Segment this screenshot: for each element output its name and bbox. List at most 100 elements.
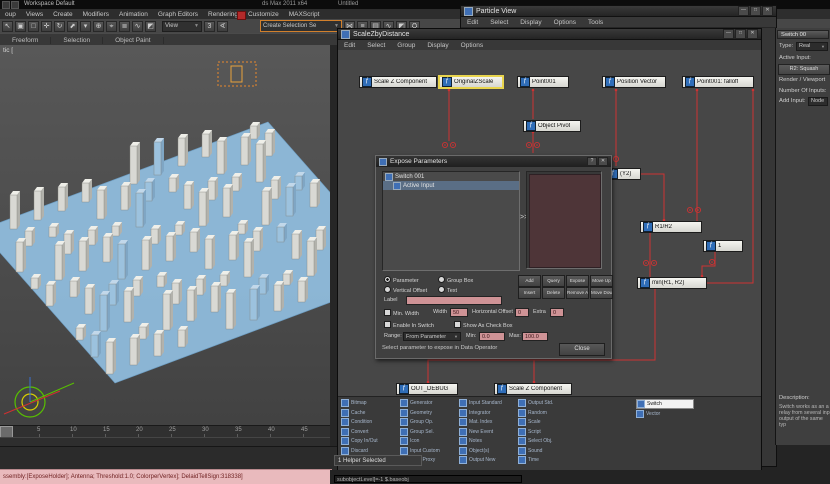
menu-item[interactable]: Edit [338, 42, 361, 49]
depot-item[interactable]: Group Sel. [400, 427, 456, 436]
maximize-icon[interactable]: □ [735, 29, 746, 39]
show-as-checkbox-checkbox[interactable]: Show As Check Box [454, 321, 513, 329]
record-icon[interactable] [237, 11, 246, 20]
range-dropdown[interactable]: From Parameter ▼ [403, 332, 461, 341]
max-input[interactable]: 100.0 [522, 332, 548, 341]
depot-item[interactable]: Random [518, 408, 574, 417]
named-selection-combo[interactable]: Create Selection Se ▼ [260, 20, 342, 32]
graph-node[interactable]: ƒ Point001 [517, 76, 569, 88]
minimize-icon[interactable]: — [723, 29, 734, 39]
snap-3d-icon[interactable]: 3 [204, 20, 215, 32]
graph-node[interactable]: ƒ Point001: falloff [682, 76, 754, 88]
dialog-button[interactable]: Query [542, 275, 565, 287]
active-input-button[interactable]: R2: Squash [778, 64, 830, 75]
menu-item[interactable]: Animation [114, 11, 153, 18]
depot-item[interactable]: Generator [400, 399, 456, 407]
depot-item[interactable]: Condition [341, 418, 397, 426]
type-dropdown[interactable]: Real ▼ [796, 42, 828, 51]
graph-node[interactable]: ƒ min(R1, R2) [637, 277, 707, 289]
selected-helper[interactable] [230, 65, 243, 83]
dialog-button[interactable]: Delete [542, 287, 565, 299]
parameter-tree[interactable]: Switch 001 Active Input [382, 171, 520, 271]
quick-access-icon[interactable] [11, 1, 19, 9]
ribbon-tab[interactable]: Object Paint [103, 36, 164, 44]
depot-item[interactable]: Switch [636, 399, 694, 409]
close-button[interactable]: Close [559, 343, 605, 356]
menu-item[interactable]: Edit [461, 19, 484, 26]
tree-item-active-input[interactable]: Active Input [383, 181, 519, 190]
dialog-button[interactable]: Move Down [590, 287, 613, 299]
dialog-button[interactable]: Remove All [566, 287, 589, 299]
menu-item[interactable]: Options [455, 42, 489, 49]
graph-node[interactable]: ƒ Scale Z Component [359, 76, 437, 88]
node-editor-titlebar[interactable]: ScaleZbyDistance — □ ✕ [338, 29, 761, 40]
menu-item[interactable]: Select [361, 42, 391, 49]
menu-item[interactable]: MAXScript [284, 11, 325, 18]
radio-group-box[interactable]: Group Box [438, 276, 473, 284]
depot-item[interactable]: Object(s) [459, 446, 515, 455]
graph-node[interactable]: ƒ OriginalZScale [439, 76, 503, 88]
dialog-button[interactable]: Insert [518, 287, 541, 299]
extra-input[interactable]: 0 [550, 308, 564, 317]
align-icon[interactable]: ⌖ [106, 20, 117, 32]
depot-item[interactable]: Bitmap [341, 399, 397, 407]
view-dropdown[interactable]: View ▼ [162, 20, 202, 32]
viewport-canvas[interactable] [0, 45, 330, 425]
switch-rollout-header[interactable]: Switch 00 [777, 30, 829, 39]
depot-item[interactable]: Cache [341, 408, 397, 417]
depot-item[interactable]: Input Custom [400, 446, 456, 455]
depot-item[interactable]: Group Op. [400, 418, 456, 426]
menu-item[interactable]: Modifiers [78, 11, 114, 18]
viewport[interactable] [0, 45, 330, 425]
label-input[interactable] [406, 296, 502, 305]
depot-item[interactable]: Convert [341, 427, 397, 436]
min-input[interactable]: 0.0 [479, 332, 505, 341]
depot-item[interactable]: Discard [341, 446, 397, 455]
workspace-dropdown[interactable]: Workspace Default [24, 1, 75, 7]
listener-command-line[interactable]: subobjectLevel]=-1 $.baseobj [334, 475, 522, 483]
depot-item[interactable]: Select Obj. [518, 437, 574, 445]
graph-node[interactable]: ƒ Position Vector [602, 76, 666, 88]
close-icon[interactable]: ✕ [747, 29, 758, 39]
material-editor-icon[interactable]: ◩ [145, 20, 156, 32]
tree-item-switch[interactable]: Switch 001 [383, 172, 519, 181]
menu-item[interactable]: Create [48, 11, 78, 18]
depot-item[interactable]: Integrator [459, 408, 515, 417]
depot-item[interactable]: Script [518, 427, 574, 436]
width-input[interactable]: 50 [450, 308, 468, 317]
menu-item[interactable]: Group [391, 42, 421, 49]
enable-in-switch-checkbox[interactable]: Enable In Switch [384, 321, 434, 329]
depot-item[interactable]: Icon [400, 437, 456, 445]
depot-item[interactable]: Time [518, 456, 574, 464]
menu-item[interactable]: Customize [243, 11, 284, 18]
dialog-titlebar[interactable]: Expose Parameters ? ✕ [376, 156, 611, 167]
menu-item[interactable]: Display [514, 19, 547, 26]
menu-item[interactable]: Select [484, 19, 514, 26]
ribbon-tab[interactable]: Selection [51, 36, 104, 44]
depot-item[interactable]: New Event [459, 427, 515, 436]
selection-region-icon[interactable]: □ [28, 20, 39, 32]
curve-editor-icon[interactable]: ∿ [132, 20, 143, 32]
menu-item[interactable]: Tools [582, 19, 609, 26]
graph-node[interactable]: ƒ OUT_DEBUG [396, 383, 458, 395]
graph-node[interactable]: ƒ Object Pivot [523, 120, 581, 132]
dialog-button[interactable]: Add [518, 275, 541, 287]
menu-item[interactable]: Display [421, 42, 454, 49]
select-and-move-icon[interactable]: ✛ [41, 20, 52, 32]
angle-snap-icon[interactable]: ∢ [217, 20, 228, 32]
close-icon[interactable]: ✕ [598, 157, 608, 166]
help-icon[interactable]: ? [587, 157, 597, 166]
menu-item[interactable]: Views [21, 11, 48, 18]
select-and-scale-icon[interactable]: ⬈ [67, 20, 78, 32]
min-width-checkbox[interactable]: Min. Width [384, 309, 419, 317]
minimize-icon[interactable]: — [738, 6, 749, 16]
dialog-button[interactable]: Move Up [590, 275, 613, 287]
depot-item[interactable]: Copy In/Out [341, 437, 397, 445]
mirror-icon[interactable]: ⊕ [93, 20, 104, 32]
menu-item[interactable]: Graph Editors [153, 11, 203, 18]
depot-item[interactable]: Sound [518, 446, 574, 455]
depot-item[interactable]: Vector [636, 409, 692, 418]
depot-item[interactable]: Mat. Index [459, 418, 515, 426]
graph-node[interactable]: ƒ R1/R2 [640, 221, 702, 233]
depot-item[interactable]: Output Std. [518, 399, 574, 407]
